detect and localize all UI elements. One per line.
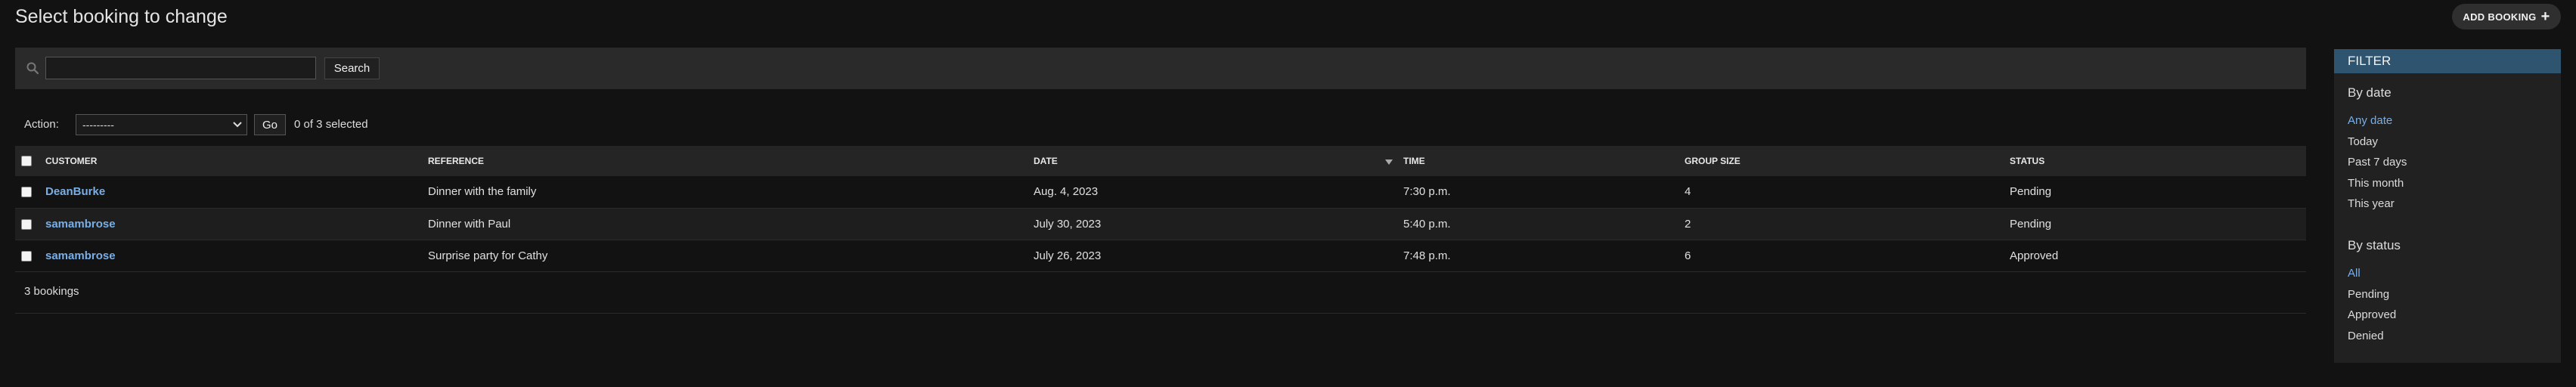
row-select-cell [15,176,39,209]
filter-title: FILTER [2334,49,2561,73]
chevron-down-icon [233,122,242,128]
customer-link[interactable]: samambrose [45,249,116,262]
filter-group-title-status: By status [2348,238,2401,252]
column-header-group-size[interactable]: GROUP SIZE [1679,146,2004,176]
group-size-cell: 6 [1679,240,2004,272]
filter-panel: FILTER By date Any date Today Past 7 day… [2334,49,2561,363]
filter-option-this-year[interactable]: This year [2348,194,2407,215]
time-cell: 7:48 p.m. [1397,240,1679,272]
filter-group-title-date: By date [2348,85,2392,100]
plus-icon: + [2540,8,2550,25]
filter-option-any-date[interactable]: Any date [2348,110,2407,132]
customer-link[interactable]: samambrose [45,218,116,231]
action-label: Action: [24,118,59,131]
column-header-date[interactable]: DATE [1028,146,1397,176]
date-cell: Aug. 4, 2023 [1028,176,1397,209]
status-cell: Pending [2004,176,2306,209]
reference-cell: Surprise party for Cathy [422,240,1028,272]
table-row: samambrose Surprise party for Cathy July… [15,240,2306,272]
reference-cell: Dinner with the family [422,176,1028,209]
filter-option-denied[interactable]: Denied [2348,326,2396,347]
add-booking-button[interactable]: ADD BOOKING + [2452,4,2561,29]
actions-bar: Action: --------- Go 0 of 3 selected [24,113,478,136]
column-header-time[interactable]: TIME [1397,146,1679,176]
date-cell: July 26, 2023 [1028,240,1397,272]
search-button[interactable]: Search [324,57,380,79]
group-size-cell: 4 [1679,176,2004,209]
customer-cell: samambrose [39,240,422,272]
filter-option-past-7-days[interactable]: Past 7 days [2348,152,2407,173]
select-all-checkbox[interactable] [21,156,32,167]
group-size-cell: 2 [1679,208,2004,240]
action-select[interactable]: --------- [76,114,247,135]
search-toolbar: Search [15,48,2306,89]
customer-cell: DeanBurke [39,176,422,209]
sort-descending-icon[interactable] [1385,159,1393,165]
status-cell: Approved [2004,240,2306,272]
time-cell: 5:40 p.m. [1397,208,1679,240]
row-checkbox[interactable] [21,250,32,262]
page-title: Select booking to change [15,6,228,27]
filter-list-date: Any date Today Past 7 days This month Th… [2348,110,2407,215]
time-cell: 7:30 p.m. [1397,176,1679,209]
filter-list-status: All Pending Approved Denied [2348,263,2396,346]
filter-option-pending[interactable]: Pending [2348,284,2396,305]
column-header-status[interactable]: STATUS [2004,146,2306,176]
filter-option-today[interactable]: Today [2348,132,2407,153]
add-booking-label: ADD BOOKING [2463,11,2537,23]
date-cell: July 30, 2023 [1028,208,1397,240]
search-icon [26,62,39,75]
row-select-cell [15,208,39,240]
reference-cell: Dinner with Paul [422,208,1028,240]
action-select-value: --------- [82,119,114,131]
selection-counter: 0 of 3 selected [294,118,368,131]
column-header-reference[interactable]: REFERENCE [422,146,1028,176]
results-table: CUSTOMER REFERENCE DATE TIME GROUP SIZE … [15,146,2306,272]
go-button[interactable]: Go [254,114,286,135]
result-count: 3 bookings [24,285,79,298]
paginator: 3 bookings [15,276,2306,314]
table-row: DeanBurke Dinner with the family Aug. 4,… [15,176,2306,209]
customer-link[interactable]: DeanBurke [45,185,105,198]
table-header-row: CUSTOMER REFERENCE DATE TIME GROUP SIZE … [15,146,2306,176]
customer-cell: samambrose [39,208,422,240]
table-row: samambrose Dinner with Paul July 30, 202… [15,208,2306,240]
row-checkbox[interactable] [21,218,32,230]
search-input[interactable] [45,57,316,79]
filter-option-all[interactable]: All [2348,263,2396,284]
column-header-date-label: DATE [1034,156,1058,166]
column-header-customer[interactable]: CUSTOMER [39,146,422,176]
status-cell: Pending [2004,208,2306,240]
row-select-cell [15,240,39,272]
filter-option-approved[interactable]: Approved [2348,305,2396,326]
select-all-cell [15,146,39,176]
filter-option-this-month[interactable]: This month [2348,173,2407,194]
row-checkbox[interactable] [21,187,32,198]
